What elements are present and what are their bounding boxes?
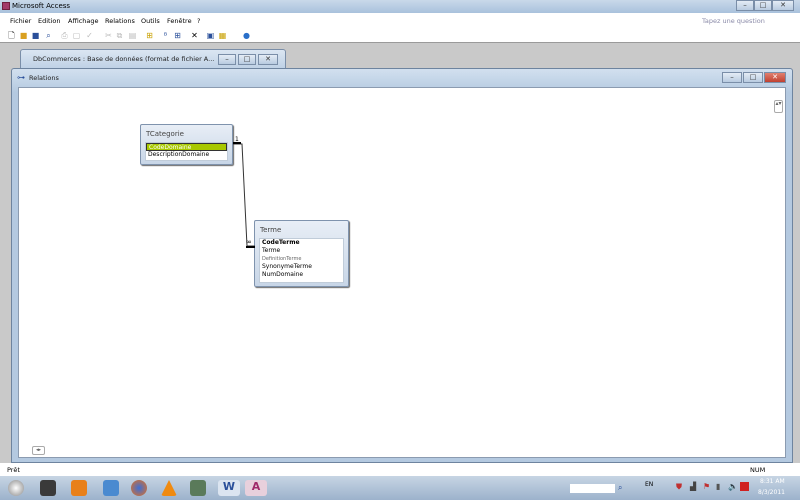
app-title: Microsoft Access [12, 2, 71, 10]
relations-window-title: Relations [29, 74, 59, 82]
menu-affichage[interactable]: Affichage [68, 17, 99, 25]
flag-icon[interactable]: ⚑ [703, 482, 710, 491]
save-icon[interactable]: ■ [31, 31, 40, 40]
show-all-icon[interactable]: ⊞ [173, 31, 182, 40]
clock-time[interactable]: 8:31 AM [760, 478, 785, 485]
word-icon[interactable]: W [218, 480, 240, 496]
status-text: Prêt [7, 466, 20, 474]
relations-icon: ⊶ [17, 73, 25, 82]
relationship-line[interactable] [19, 88, 787, 459]
help-question-input[interactable]: Tapez une question [702, 17, 765, 25]
menu-relations[interactable]: Relations [105, 17, 135, 25]
print-icon[interactable]: ⎙ [60, 31, 69, 40]
show-table-icon[interactable]: ⊞ [145, 31, 154, 40]
show-direct-icon[interactable]: ᴮ [161, 31, 170, 40]
minimize-button[interactable]: – [736, 0, 754, 11]
menu-edition[interactable]: Edition [38, 17, 61, 25]
battery-icon[interactable]: ▮ [716, 482, 720, 491]
taskbar-search-input[interactable] [570, 484, 615, 493]
delete-icon[interactable]: ✕ [190, 31, 199, 40]
preview-icon[interactable]: ▢ [72, 31, 81, 40]
new-object-icon[interactable]: ▦ [218, 31, 227, 40]
status-num: NUM [750, 466, 766, 474]
maximize-button[interactable]: □ [754, 0, 772, 11]
volume-icon[interactable]: 🔈 [728, 482, 738, 491]
new-icon[interactable]: 🗋 [7, 31, 16, 40]
taskbar-app-icon[interactable] [40, 480, 56, 496]
spelling-icon[interactable]: ✓ [85, 31, 94, 40]
database-window-title: DbCommerces : Base de données (format de… [33, 55, 215, 63]
db-minimize-button[interactable]: – [218, 54, 236, 65]
clock-date[interactable]: 8/3/2011 [758, 489, 785, 496]
relations-window: ⊶ Relations – □ ✕ ▴▾ ◂▸ TCategorie CodeD… [11, 68, 793, 463]
search-icon[interactable]: ⌕ [618, 483, 622, 493]
toolbar: 🗋 ■ ■ ⌕ ⎙ ▢ ✓ ✂ ⧉ ▤ ⊞ ᴮ ⊞ ✕ ▣ ▦ ● [0, 28, 800, 43]
menu-bar: Fichier Edition Affichage Relations Outi… [0, 13, 800, 28]
taskbar-app-icon[interactable] [103, 480, 119, 496]
close-button[interactable]: ✕ [772, 0, 794, 11]
open-icon[interactable]: ■ [19, 31, 28, 40]
relationship-many-label: ∞ [246, 238, 252, 246]
menu-help[interactable]: ? [197, 17, 200, 25]
search-icon[interactable]: ⌕ [44, 31, 53, 40]
menu-fenetre[interactable]: Fenêtre [167, 17, 192, 25]
language-indicator[interactable]: EN [645, 481, 653, 488]
copy-icon[interactable]: ⧉ [115, 31, 124, 40]
firefox-icon[interactable] [131, 480, 147, 496]
db-maximize-button[interactable]: □ [238, 54, 256, 65]
title-bar: Microsoft Access – □ ✕ [0, 0, 800, 13]
taskbar-app-icon[interactable] [190, 480, 206, 496]
relations-minimize-button[interactable]: – [722, 72, 742, 83]
start-button[interactable] [8, 480, 24, 496]
access-taskbar-icon[interactable]: A [245, 480, 267, 496]
menu-outils[interactable]: Outils [141, 17, 160, 25]
antivirus-icon[interactable] [740, 482, 749, 491]
db-close-button[interactable]: ✕ [258, 54, 278, 65]
help-icon[interactable]: ● [242, 31, 251, 40]
database-window-icon[interactable]: ▣ [206, 31, 215, 40]
relations-close-button[interactable]: ✕ [764, 72, 786, 83]
relationship-one-label: 1 [235, 136, 239, 143]
vlc-icon[interactable] [161, 480, 177, 496]
menu-fichier[interactable]: Fichier [10, 17, 31, 25]
shield-icon[interactable]: ⛊ [676, 482, 682, 492]
paste-icon[interactable]: ▤ [128, 31, 137, 40]
taskbar: W A ⌕ EN ⛊ ▟ ⚑ ▮ 🔈 8:31 AM 8/3/2011 [0, 476, 800, 500]
status-bar: Prêt NUM [0, 463, 800, 476]
relations-canvas[interactable]: ▴▾ ◂▸ TCategorie CodeDomaine Description… [18, 87, 786, 458]
media-player-icon[interactable] [71, 480, 87, 496]
access-app-icon [2, 2, 10, 10]
network-icon[interactable]: ▟ [690, 482, 696, 491]
relations-maximize-button[interactable]: □ [743, 72, 763, 83]
cut-icon[interactable]: ✂ [104, 31, 113, 40]
